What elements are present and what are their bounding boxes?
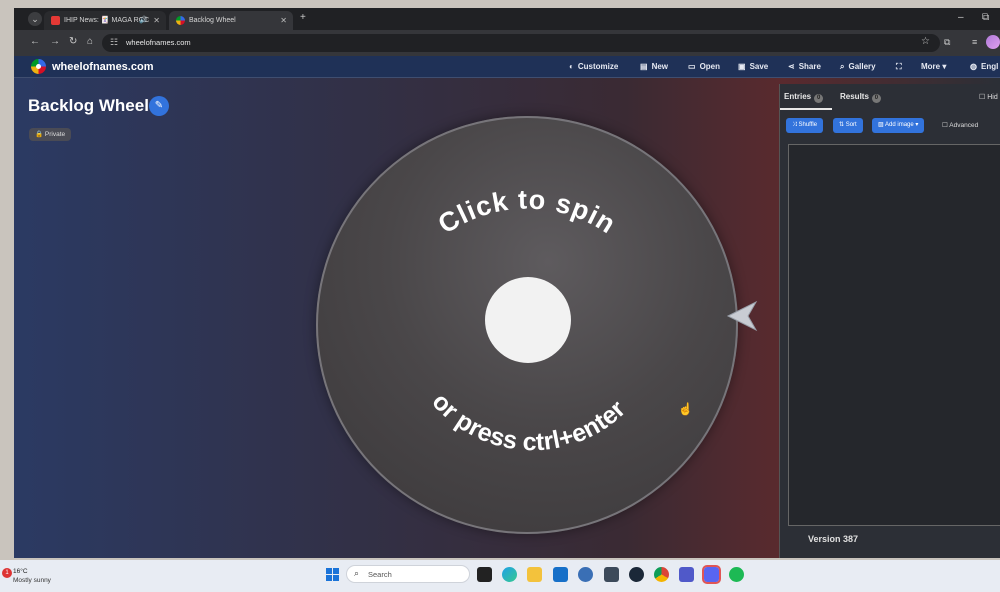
profile-icon[interactable] — [986, 35, 1000, 49]
spin-instruction-top: Click to spin — [433, 184, 620, 239]
tab-results[interactable]: Results 0 — [840, 92, 881, 103]
spin-wheel[interactable]: Click to spin or press ctrl+enter — [316, 116, 738, 534]
wheel-favicon-icon — [176, 16, 185, 25]
mouse-cursor-icon: ☝ — [678, 402, 693, 416]
search-icon: ⌕ — [840, 62, 845, 71]
entries-textarea[interactable] — [788, 144, 1000, 526]
advanced-checkbox[interactable]: ☐ Advanced — [942, 118, 978, 133]
folder-open-icon: ▭ — [688, 62, 696, 71]
weather-alert-badge[interactable]: 1 — [2, 568, 12, 578]
pencil-icon: ✎ — [154, 100, 164, 111]
fullscreen-button[interactable]: ⛶ — [896, 56, 906, 78]
spin-instruction-bottom: or press ctrl+enter — [427, 388, 632, 457]
forward-icon[interactable]: → — [50, 36, 60, 47]
url-text: wheelofnames.com — [126, 38, 191, 47]
menu-customize[interactable]: ◐ Customize — [569, 56, 618, 78]
tab-search-icon[interactable]: ⌄ — [28, 12, 42, 26]
minimize-icon[interactable]: – — [958, 12, 964, 23]
chevron-down-icon: ▾ — [915, 122, 919, 128]
taskbar-search[interactable]: ⌕ Search — [346, 565, 470, 583]
shield-icon[interactable] — [604, 567, 619, 582]
version-label: Version 387 — [808, 534, 859, 544]
site-name[interactable]: wheelofnames.com — [52, 56, 153, 78]
hide-panel-checkbox[interactable]: ☐ Hid — [979, 93, 998, 101]
edge-icon[interactable] — [502, 567, 517, 582]
tab-ihip-news[interactable]: IHIP News: 🃏 MAGA ROC 🔊 ✕ — [44, 11, 166, 30]
weather-condition[interactable]: Mostly sunny — [13, 577, 51, 584]
windows-taskbar: 1 16°C Mostly sunny ⌕ Search — [0, 560, 1000, 592]
fullscreen-icon: ⛶ — [896, 62, 902, 71]
globe-icon: ◍ — [970, 62, 977, 71]
file-explorer-icon[interactable] — [527, 567, 542, 582]
back-icon[interactable]: ← — [30, 36, 40, 47]
sort-icon: ⇅ — [839, 122, 845, 128]
chevron-down-icon: ▾ — [942, 62, 947, 71]
entries-panel: Entries 0 Results 0 ☐ Hid ⤨ Shuffle ⇅ Sort… — [779, 84, 1000, 558]
teams-icon[interactable] — [679, 567, 694, 582]
svg-text:or press ctrl+enter: or press ctrl+enter — [427, 388, 632, 457]
menu-language[interactable]: ◍ Engl — [970, 56, 998, 78]
entries-count-badge: 0 — [814, 94, 824, 103]
close-icon[interactable]: ✕ — [153, 11, 160, 30]
save-icon: ▣ — [738, 62, 746, 71]
active-tab-indicator — [780, 108, 832, 110]
new-file-icon: ▤ — [640, 62, 648, 71]
chrome-icon[interactable] — [654, 567, 669, 582]
extensions-icon[interactable]: ⧉ — [944, 37, 950, 48]
speaker-icon[interactable]: 🔊 — [139, 11, 148, 30]
tab-strip: ⌄ IHIP News: 🃏 MAGA ROC 🔊 ✕ Backlog Whee… — [14, 8, 1000, 30]
bookmark-star-icon[interactable]: ☆ — [921, 36, 930, 47]
search-placeholder: Search — [368, 570, 392, 579]
wheel-logo-icon[interactable] — [31, 59, 46, 74]
tab-backlog-wheel[interactable]: Backlog Wheel ✕ — [169, 11, 293, 30]
steam-icon[interactable] — [629, 567, 644, 582]
address-bar[interactable]: ☷ wheelofnames.com ☆ — [102, 34, 940, 52]
palette-icon: ◐ — [569, 62, 574, 71]
spotify-icon[interactable] — [729, 567, 744, 582]
wheel-title: Backlog Wheel — [28, 96, 149, 115]
image-icon: ▨ — [878, 122, 884, 128]
site-header: wheelofnames.com ◐ Customize ▤ New ▭ Open ▣… — [14, 56, 1000, 78]
shuffle-icon: ⤨ — [792, 122, 797, 128]
new-tab-button[interactable]: + — [300, 12, 306, 23]
privacy-badge[interactable]: 🔒 Private — [29, 128, 72, 141]
wheel-pointer-icon — [726, 300, 758, 332]
fingerprint-icon[interactable] — [578, 567, 593, 582]
menu-share[interactable]: ⋖ Share — [788, 56, 821, 78]
add-image-button[interactable]: ▨ Add image ▾ — [872, 118, 925, 133]
edit-title-button[interactable]: ✎ — [149, 96, 169, 116]
reload-icon[interactable]: ↻ — [69, 36, 77, 47]
menu-more[interactable]: More ▾ — [921, 56, 946, 78]
browser-window: ⌄ IHIP News: 🃏 MAGA ROC 🔊 ✕ Backlog Whee… — [14, 8, 1000, 558]
weather-temperature[interactable]: 16°C — [13, 568, 28, 575]
lock-icon: 🔒 — [35, 131, 44, 138]
tab-title: IHIP News: 🃏 MAGA ROC — [64, 17, 150, 24]
home-icon[interactable]: ⌂ — [87, 36, 93, 47]
shuffle-button[interactable]: ⤨ Shuffle — [786, 118, 824, 133]
outlook-icon[interactable] — [553, 567, 568, 582]
share-icon: ⋖ — [788, 62, 795, 71]
tab-title: Backlog Wheel — [189, 17, 236, 24]
close-icon[interactable]: ✕ — [280, 11, 287, 30]
tab-entries[interactable]: Entries 0 — [784, 92, 824, 103]
task-view-icon[interactable] — [477, 567, 492, 582]
reading-list-icon[interactable]: ≡ — [972, 37, 977, 47]
navigation-bar: ← → ↻ ⌂ ☷ wheelofnames.com ☆ ⧉ ≡ — [14, 30, 1000, 56]
site-info-icon[interactable]: ☷ — [110, 37, 118, 48]
menu-new[interactable]: ▤ New — [640, 56, 668, 78]
wheel-page: wheelofnames.com ◐ Customize ▤ New ▭ Open ▣… — [14, 56, 1000, 558]
menu-gallery[interactable]: ⌕ Gallery — [840, 56, 876, 78]
results-count-badge: 0 — [871, 94, 881, 103]
discord-icon[interactable] — [702, 565, 721, 584]
search-icon: ⌕ — [354, 568, 360, 578]
menu-save[interactable]: ▣ Save — [738, 56, 768, 78]
menu-open[interactable]: ▭ Open — [688, 56, 720, 78]
sort-button[interactable]: ⇅ Sort — [833, 118, 863, 133]
youtube-favicon-icon — [51, 16, 60, 25]
start-menu-icon[interactable] — [326, 568, 339, 581]
svg-text:Click to spin: Click to spin — [433, 184, 621, 239]
restore-icon[interactable]: ⧉ — [982, 12, 989, 23]
wheel-center-hub[interactable] — [485, 277, 571, 363]
